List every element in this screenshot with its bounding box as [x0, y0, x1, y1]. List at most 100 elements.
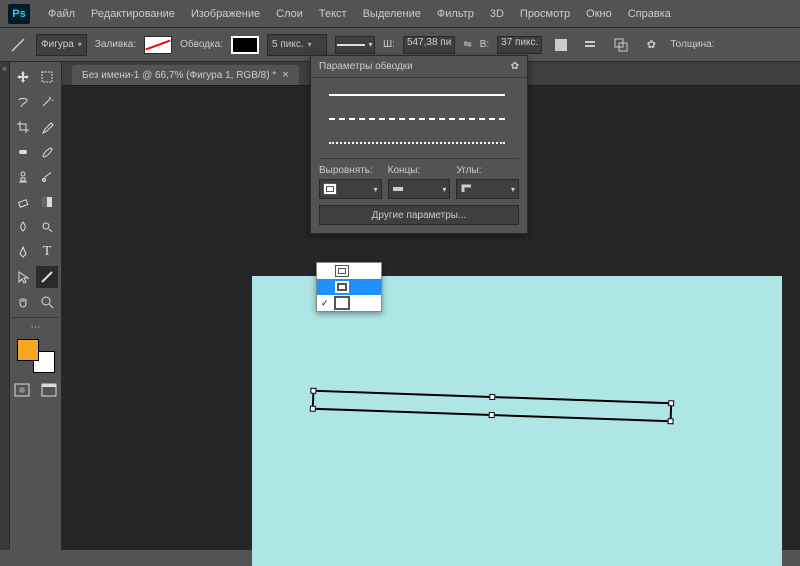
toolbox: T ⋯: [10, 62, 62, 550]
menu-layer[interactable]: Слои: [268, 4, 311, 24]
type-tool[interactable]: T: [36, 241, 58, 263]
crop-tool[interactable]: [12, 116, 34, 138]
stroke-label: Обводка:: [180, 39, 223, 50]
align-dropdown[interactable]: ▾: [319, 179, 382, 199]
stroke-width-value: 5 пикс.: [272, 39, 304, 50]
stroke-preset-solid[interactable]: [319, 86, 515, 104]
blur-tool[interactable]: [12, 216, 34, 238]
move-tool[interactable]: [12, 66, 34, 88]
corners-dropdown[interactable]: ▾: [456, 179, 519, 199]
transform-handle[interactable]: [667, 418, 673, 424]
stroke-style-dropdown[interactable]: ▾: [335, 36, 375, 54]
document-tab-title: Без имени-1 @ 66,7% (Фигура 1, RGB/8) *: [82, 70, 276, 81]
chevron-down-icon: ▾: [78, 40, 82, 49]
fill-swatch[interactable]: [144, 36, 172, 54]
menu-window[interactable]: Окно: [578, 4, 620, 24]
collapse-icon[interactable]: «: [0, 64, 9, 73]
width-label: Ш:: [383, 39, 395, 50]
panel-gear-icon[interactable]: ✿: [511, 61, 519, 72]
history-brush-tool[interactable]: [36, 166, 58, 188]
transform-handle[interactable]: [489, 412, 495, 418]
menubar: Ps Файл Редактирование Изображение Слои …: [0, 0, 800, 28]
stroke-preset-dotted[interactable]: [319, 134, 515, 152]
shape-line-object[interactable]: [312, 390, 672, 423]
transform-handle[interactable]: [310, 406, 316, 412]
chevron-down-icon: ▾: [374, 185, 378, 194]
menu-image[interactable]: Изображение: [183, 4, 268, 24]
menu-select[interactable]: Выделение: [355, 4, 429, 24]
heal-tool[interactable]: [12, 141, 34, 163]
menu-3d[interactable]: 3D: [482, 4, 512, 24]
line-shape-tool[interactable]: [36, 266, 58, 288]
zoom-tool[interactable]: [36, 291, 58, 313]
fill-label: Заливка:: [95, 39, 136, 50]
transform-handle[interactable]: [310, 388, 316, 394]
align-inside-icon: [323, 183, 337, 195]
panel-header[interactable]: Параметры обводки ✿: [311, 56, 527, 78]
path-arrange-icon[interactable]: [580, 34, 602, 56]
transform-handle[interactable]: [489, 394, 495, 400]
menu-text[interactable]: Текст: [311, 4, 355, 24]
path-align-icon[interactable]: [550, 34, 572, 56]
pen-tool[interactable]: [12, 241, 34, 263]
close-tab-icon[interactable]: ×: [282, 69, 288, 81]
path-combine-icon[interactable]: [610, 34, 632, 56]
menu-file[interactable]: Файл: [40, 4, 83, 24]
path-select-tool[interactable]: [12, 266, 34, 288]
color-swatches[interactable]: [17, 339, 55, 373]
tool-mode-dropdown[interactable]: Фигура ▾: [36, 34, 87, 56]
thickness-label: Толщина:: [670, 39, 714, 50]
caps-label: Концы:: [388, 165, 451, 176]
app-logo: Ps: [8, 4, 30, 24]
toolbox-more-icon[interactable]: ⋯: [12, 322, 59, 333]
caps-dropdown[interactable]: ▾: [388, 179, 451, 199]
foreground-swatch[interactable]: [17, 339, 39, 361]
link-wh-icon[interactable]: ⇋: [463, 39, 471, 50]
gradient-tool[interactable]: [36, 191, 58, 213]
menu-edit[interactable]: Редактирование: [83, 4, 183, 24]
canvas[interactable]: [252, 276, 782, 566]
chevron-down-icon: ▾: [308, 40, 312, 49]
line-tool-icon: [8, 35, 28, 55]
corners-label: Углы:: [456, 165, 519, 176]
align-option-center[interactable]: [317, 279, 381, 295]
divider: [319, 158, 519, 159]
height-field[interactable]: 37 пикс.: [497, 36, 542, 54]
brush-tool[interactable]: [36, 141, 58, 163]
align-option-inside[interactable]: [317, 263, 381, 279]
chevron-down-icon: ▾: [442, 185, 446, 194]
screenmode-icon[interactable]: [39, 379, 60, 401]
cap-butt-icon: [392, 183, 406, 195]
more-options-button[interactable]: Другие параметры...: [319, 205, 519, 225]
stamp-tool[interactable]: [12, 166, 34, 188]
stroke-swatch[interactable]: [231, 36, 259, 54]
eraser-tool[interactable]: [12, 191, 34, 213]
quickmask-icon[interactable]: [12, 379, 33, 401]
transform-handle[interactable]: [668, 400, 674, 406]
height-label: В:: [480, 39, 489, 50]
menu-filter[interactable]: Фильтр: [429, 4, 482, 24]
align-option-outside[interactable]: ✓: [317, 295, 381, 311]
menu-view[interactable]: Просмотр: [512, 4, 578, 24]
corner-miter-icon: [460, 183, 474, 195]
marquee-tool[interactable]: [36, 66, 58, 88]
tool-mode-label: Фигура: [41, 39, 74, 50]
divider: [12, 317, 59, 318]
left-strip: «: [0, 62, 10, 550]
lasso-tool[interactable]: [12, 91, 34, 113]
document-tab[interactable]: Без имени-1 @ 66,7% (Фигура 1, RGB/8) * …: [72, 65, 299, 85]
solid-line-icon: [337, 44, 365, 46]
align-inside-icon: [335, 265, 349, 277]
panel-title: Параметры обводки: [319, 61, 413, 72]
stroke-preset-dashed[interactable]: [319, 110, 515, 128]
dodge-tool[interactable]: [36, 216, 58, 238]
hand-tool[interactable]: [12, 291, 34, 313]
eyedropper-tool[interactable]: [36, 116, 58, 138]
wand-tool[interactable]: [36, 91, 58, 113]
gear-icon[interactable]: ✿: [640, 34, 662, 56]
stroke-width-dropdown[interactable]: 5 пикс. ▾: [267, 34, 327, 56]
menu-help[interactable]: Справка: [620, 4, 679, 24]
chevron-down-icon: ▾: [511, 185, 515, 194]
align-label: Выровнять:: [319, 165, 382, 176]
width-field[interactable]: 547,38 пи: [403, 36, 455, 54]
